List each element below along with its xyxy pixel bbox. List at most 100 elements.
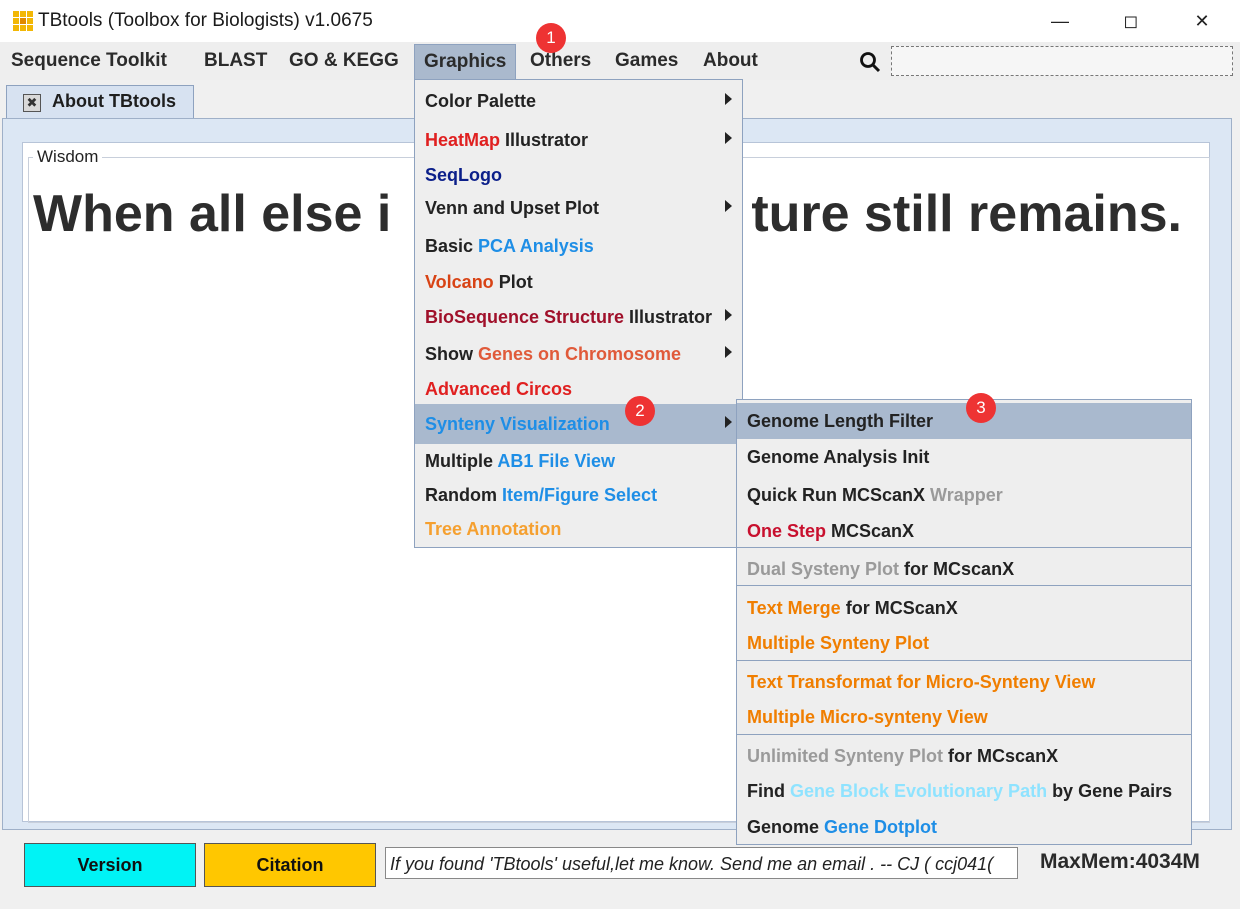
submenu-arrow-icon bbox=[725, 200, 732, 212]
menu-item-text: HeatMap bbox=[425, 130, 501, 150]
menu-item-text: Synteny Plot bbox=[834, 746, 944, 766]
menu-item-text: One Step bbox=[747, 521, 827, 541]
menu-separator bbox=[737, 547, 1191, 548]
citation-button[interactable]: Citation bbox=[204, 843, 376, 887]
submenu-item-quick-run-mcscanx-wrapper[interactable]: Quick Run MCScanX Wrapper bbox=[737, 477, 1191, 513]
wisdom-text-left: When all else i bbox=[33, 185, 392, 243]
close-icon[interactable]: ✕ bbox=[1179, 6, 1225, 36]
badge-1: 1 bbox=[536, 23, 566, 53]
menu-item-text: for MCscanX bbox=[899, 559, 1015, 579]
submenu-item-multiple-micro-synteny-view[interactable]: Multiple Micro-synteny View bbox=[737, 699, 1191, 735]
menu-item-text: Genome Analysis Init bbox=[747, 447, 930, 467]
menu-item-text: Multiple bbox=[425, 451, 498, 471]
menu-item-tree-annotation[interactable]: Tree Annotation bbox=[415, 512, 742, 546]
submenu-item-multiple-synteny-plot[interactable]: Multiple Synteny Plot bbox=[737, 625, 1191, 661]
submenu-item-find-gene-block-evolutionary-path-by-gene-pairs[interactable]: Find Gene Block Evolutionary Path by Gen… bbox=[737, 773, 1191, 809]
submenu-arrow-icon bbox=[725, 309, 732, 321]
app-grid-icon bbox=[13, 11, 33, 31]
wisdom-label: Wisdom bbox=[33, 147, 103, 167]
menu-item-text: for MCscanX bbox=[943, 746, 1059, 766]
menu-about[interactable]: About bbox=[694, 42, 767, 78]
menu-separator bbox=[737, 585, 1191, 586]
menu-item-text: Tree Annotation bbox=[425, 519, 562, 539]
menu-item-text: Text Merge bbox=[747, 598, 841, 618]
tab-about-tbtools[interactable]: ✖ About TBtools bbox=[6, 85, 194, 119]
menu-item-text: Item/Figure Select bbox=[502, 485, 658, 505]
menu-item-basic-pca-analysis[interactable]: Basic PCA Analysis bbox=[415, 227, 742, 265]
menu-item-text: Random bbox=[425, 485, 503, 505]
menu-item-text: Multiple Synteny Plot bbox=[747, 633, 930, 653]
submenu-item-genome-length-filter[interactable]: Genome Length Filter bbox=[737, 403, 1191, 439]
menu-graphics[interactable]: Graphics bbox=[414, 44, 517, 80]
menu-item-random-item-figure-select[interactable]: Random Item/Figure Select bbox=[415, 478, 742, 512]
menu-item-text: Basic bbox=[425, 236, 479, 256]
menu-item-text: Find bbox=[747, 781, 790, 801]
submenu-item-genome-analysis-init[interactable]: Genome Analysis Init bbox=[737, 439, 1191, 475]
menu-item-text: Wrapper bbox=[930, 485, 1003, 505]
menu-item-text: PCA Analysis bbox=[478, 236, 594, 256]
menu-item-text: Venn and Upset Plot bbox=[425, 198, 600, 218]
graphics-dropdown: Color Palette HeatMap Illustrator SeqLogo V… bbox=[414, 79, 743, 548]
menu-item-text: SeqLogo bbox=[425, 165, 502, 185]
menu-item-text: Color Palette bbox=[425, 91, 537, 111]
submenu-item-text-merge-for-mcscanx[interactable]: Text Merge for MCScanX bbox=[737, 590, 1191, 626]
menu-separator bbox=[737, 660, 1191, 661]
title-bar: TBtools (Toolbox for Biologists) v1.0675… bbox=[0, 0, 1240, 42]
menu-item-text: Gene Dotplot bbox=[824, 817, 938, 837]
menu-item-seqlogo[interactable]: SeqLogo bbox=[415, 159, 742, 191]
menu-item-text: Genes on Chromosome bbox=[478, 344, 682, 364]
minimize-icon[interactable]: — bbox=[1037, 6, 1083, 36]
submenu-item-text-transformat-for-micro-synteny-view[interactable]: Text Transformat for Micro-Synteny View bbox=[737, 664, 1191, 700]
menu-item-text: Show bbox=[425, 344, 478, 364]
menu-item-multiple-ab1-file-view[interactable]: Multiple AB1 File View bbox=[415, 444, 742, 478]
menu-item-venn-and-upset-plot[interactable]: Venn and Upset Plot bbox=[415, 191, 742, 225]
menu-item-text: Text Transformat for Micro-Synteny View bbox=[747, 672, 1096, 692]
menu-item-text: Dual Systeny Plot bbox=[747, 559, 900, 579]
menu-item-text: Multiple Micro-synteny View bbox=[747, 707, 988, 727]
menu-item-text: Quick Run MCScanX bbox=[747, 485, 931, 505]
badge-2: 2 bbox=[625, 396, 655, 426]
submenu-item-one-step-mcscanx[interactable]: One Step MCScanX bbox=[737, 513, 1191, 549]
menu-blast[interactable]: BLAST bbox=[195, 42, 276, 78]
submenu-item-dual-systeny-plot-for-mcscanx[interactable]: Dual Systeny Plot for MCscanX bbox=[737, 551, 1191, 587]
menu-item-text: AB1 File View bbox=[497, 451, 616, 471]
window-title: TBtools (Toolbox for Biologists) v1.0675 bbox=[38, 10, 373, 31]
version-button[interactable]: Version bbox=[24, 843, 196, 887]
menu-item-synteny-visualization[interactable]: Synteny Visualization bbox=[415, 404, 742, 444]
menu-item-color-palette[interactable]: Color Palette bbox=[415, 83, 742, 119]
tab-label: About TBtools bbox=[52, 91, 176, 111]
message-field[interactable]: If you found 'TBtools' useful,let me kno… bbox=[385, 847, 1018, 879]
search-icon[interactable] bbox=[859, 51, 881, 73]
max-memory-label: MaxMem:4034M bbox=[1040, 850, 1200, 873]
menu-item-advanced-circos[interactable]: Advanced Circos bbox=[415, 372, 742, 406]
menu-item-heatmap-illustrator[interactable]: HeatMap Illustrator bbox=[415, 121, 742, 159]
submenu-arrow-icon bbox=[725, 132, 732, 144]
submenu-item-genome-gene-dotplot[interactable]: Genome Gene Dotplot bbox=[737, 809, 1191, 845]
menu-go-kegg[interactable]: GO & KEGG bbox=[280, 42, 408, 78]
submenu-item-unlimited-synteny-plot-for-mcscanx[interactable]: Unlimited Synteny Plot for MCscanX bbox=[737, 738, 1191, 774]
menu-item-text: Advanced Circos bbox=[425, 379, 573, 399]
menu-item-text: Illustrator bbox=[624, 307, 713, 327]
menu-item-volcano-plot[interactable]: Volcano Plot bbox=[415, 265, 742, 299]
tab-close-icon[interactable]: ✖ bbox=[23, 94, 41, 112]
menu-item-biosequence-structure-illustrator[interactable]: BioSequence Structure Illustrator bbox=[415, 299, 742, 335]
menu-item-text: Gene Block Evolutionary Path bbox=[790, 781, 1048, 801]
menu-separator bbox=[737, 734, 1191, 735]
submenu-arrow-icon bbox=[725, 416, 732, 428]
menu-item-text: for MCScanX bbox=[840, 598, 958, 618]
synteny-submenu: Genome Length Filter Genome Analysis Init… bbox=[736, 399, 1192, 845]
menu-games[interactable]: Games bbox=[606, 42, 687, 78]
menu-sequence-toolkit[interactable]: Sequence Toolkit bbox=[2, 42, 176, 78]
menu-item-text: Unlimited bbox=[747, 746, 835, 766]
menu-item-text: Plot bbox=[493, 272, 533, 292]
menu-item-text: MCScanX bbox=[826, 521, 915, 541]
menu-item-text: Volcano bbox=[425, 272, 494, 292]
search-input[interactable] bbox=[891, 46, 1233, 76]
menu-item-show-genes-on-chromosome[interactable]: Show Genes on Chromosome bbox=[415, 336, 742, 372]
submenu-arrow-icon bbox=[725, 93, 732, 105]
badge-3: 3 bbox=[966, 393, 996, 423]
maximize-icon[interactable]: ◻ bbox=[1108, 6, 1154, 36]
wisdom-text-right: ture still remains. bbox=[751, 185, 1182, 243]
menu-item-text: by Gene Pairs bbox=[1047, 781, 1173, 801]
menu-item-text: Illustrator bbox=[500, 130, 589, 150]
